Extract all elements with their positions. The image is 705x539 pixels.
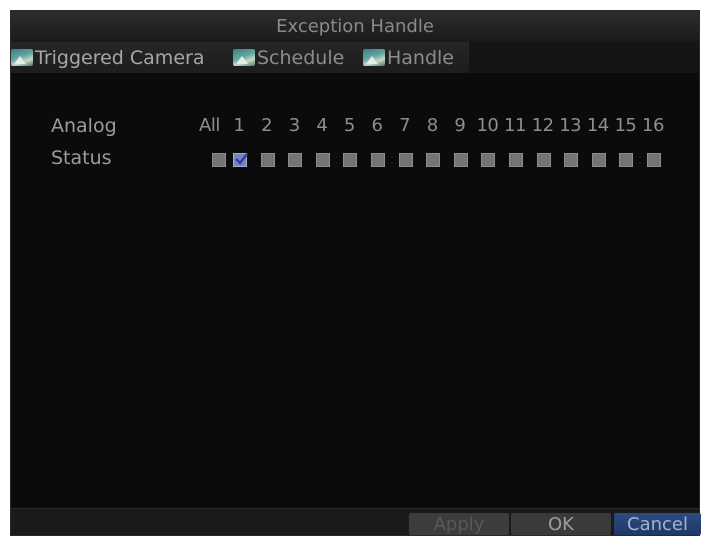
tab-label: Handle [387,46,455,69]
status-checkbox[interactable] [647,153,661,167]
picture-icon [11,49,33,66]
status-checkbox[interactable] [509,153,523,167]
tab-schedule[interactable]: Schedule [233,42,344,73]
dialog-title: Exception Handle [11,11,699,42]
channel-label: 3 [288,115,300,136]
channel-label: 7 [399,115,411,136]
status-checkbox[interactable] [398,153,413,167]
status-checkbox[interactable] [260,153,275,167]
channel-label: 10 [476,115,499,136]
status-row-label: Status [51,147,112,169]
tab-label: Triggered Camera [35,46,205,69]
status-checkbox-all[interactable] [212,153,226,167]
channel-label: 13 [559,115,582,136]
apply-button[interactable]: Apply [409,513,509,535]
channel-label: 6 [371,115,383,136]
status-checkbox[interactable] [564,153,579,167]
channel-label: 9 [454,115,466,136]
analog-row-label: Analog [51,115,117,137]
tab-label: Schedule [257,46,345,69]
status-checkbox[interactable] [233,153,248,167]
channel-all-label: All [199,115,220,136]
status-checkbox[interactable] [591,153,606,167]
channel-label: 1 [233,115,245,136]
tab-triggered-camera[interactable]: Triggered Camera [11,42,204,73]
channel-label: 8 [426,115,438,136]
status-checkbox[interactable] [315,153,330,167]
status-checkbox[interactable] [371,153,385,167]
cancel-button[interactable]: Cancel [614,513,701,535]
channel-label: 2 [261,115,273,136]
channel-label: 14 [586,115,609,136]
channel-label: 11 [504,115,526,136]
tab-handle[interactable]: Handle [363,42,454,73]
ok-button[interactable]: OK [511,513,611,535]
picture-icon [363,49,385,66]
channel-label: 15 [614,115,637,136]
status-checkbox[interactable] [343,153,358,167]
status-checkbox[interactable] [426,153,441,167]
channel-label: 4 [316,115,328,136]
status-checkbox[interactable] [453,153,468,167]
checkmark-icon [235,153,248,165]
exception-handle-dialog: Exception Handle Triggered Camera Schedu… [10,10,701,536]
picture-icon [233,49,255,66]
status-checkbox[interactable] [536,153,551,167]
status-checkbox[interactable] [619,153,634,167]
channel-label: 12 [531,115,554,136]
status-checkbox[interactable] [288,153,303,167]
tab-strip: Triggered Camera Schedule Handle [11,42,699,73]
status-checkbox[interactable] [481,153,496,167]
channel-label: 5 [343,115,355,136]
dialog-footer: Apply OK Cancel [11,508,701,535]
channel-label: 16 [642,115,664,136]
